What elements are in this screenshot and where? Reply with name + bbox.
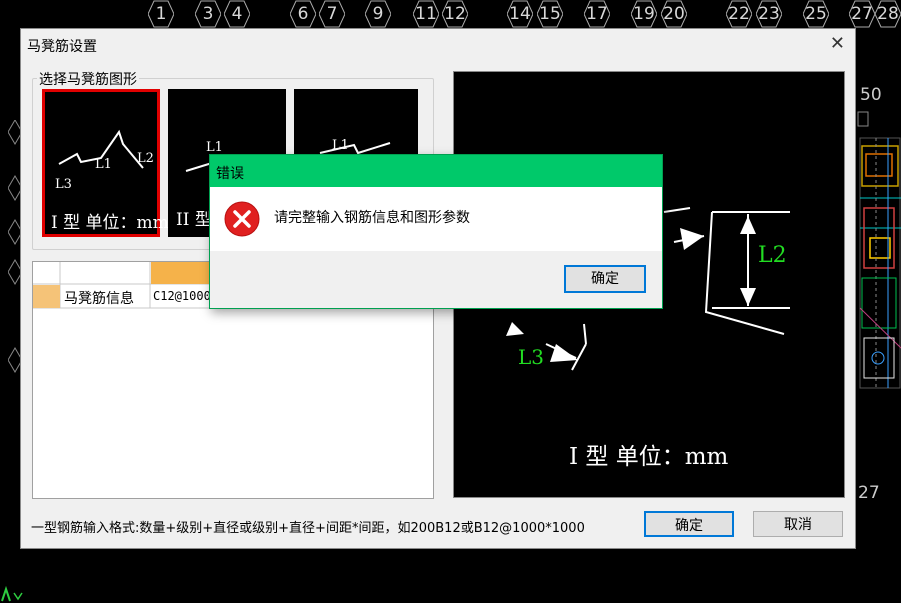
cad-origin-marker [1,585,23,602]
rebar-info-value-cell[interactable]: C12@1000 [153,289,211,303]
error-ok-button[interactable]: 确定 [564,265,646,293]
row-header-rebar-info: 马凳筋信息 [64,291,134,307]
preview-l2-label: L2 [758,243,787,268]
axis-number-17: 17 [584,0,610,28]
axis-number-6: 6 [290,0,316,28]
axis-number-9: 9 [365,0,391,28]
svg-text:L1: L1 [332,138,349,153]
svg-text:L2: L2 [137,151,154,166]
shape-group-label: 选择马凳筋图形 [37,69,139,89]
axis-number-20: 20 [661,0,687,28]
error-body: 请完整输入钢筋信息和图形参数 [210,187,662,251]
axis-number-3: 3 [195,0,221,28]
axis-number-11: 11 [413,0,439,28]
error-title: 错误 [216,166,244,182]
shape-type-1-diagram: L1 L2 L3 [55,129,154,192]
axis-number-25: 25 [803,0,829,28]
svg-text:L1: L1 [95,157,112,172]
preview-caption: I 型 单位：mm [569,444,729,470]
error-message: 请完整输入钢筋信息和图形参数 [274,210,470,226]
close-icon[interactable]: ✕ [830,33,845,54]
axis-number-28: 28 [875,0,901,28]
svg-text:L3: L3 [55,177,72,192]
shape-type-1-label: I 型 单位：mm [51,213,169,233]
axis-number-15: 15 [537,0,563,28]
axis-number-23: 23 [756,0,782,28]
error-title-bar: 错误 [210,155,662,187]
axis-number-14: 14 [507,0,533,28]
error-dialog: 错误 请完整输入钢筋信息和图形参数 确定 [209,154,663,309]
cancel-button[interactable]: 取消 [753,511,843,537]
axis-number-4: 4 [224,0,250,28]
cad-label-bottom: 27 [858,483,880,503]
axis-number-7: 7 [319,0,345,28]
shape-type-2-label: II 型 [176,210,212,230]
axis-number-1: 1 [148,0,174,28]
svg-text:L1: L1 [206,140,223,155]
cad-drawing-area: 50 27 [856,28,901,603]
axis-number-27: 27 [849,0,875,28]
axis-number-19: 19 [631,0,657,28]
preview-l3-label: L3 [518,345,544,369]
axis-number-22: 22 [726,0,752,28]
ok-button[interactable]: 确定 [644,511,734,537]
cad-label-top: 50 [860,85,882,105]
error-icon [224,201,260,237]
shape-type-1-option[interactable]: L1 L2 L3 I 型 单位：mm [42,89,169,237]
axis-number-12: 12 [442,0,468,28]
dialog-title: 马凳筋设置 [27,39,97,55]
input-format-note: 一型钢筋输入格式:数量+级别+直径或级别+直径+间距*间距，如200B12或B1… [31,521,585,536]
